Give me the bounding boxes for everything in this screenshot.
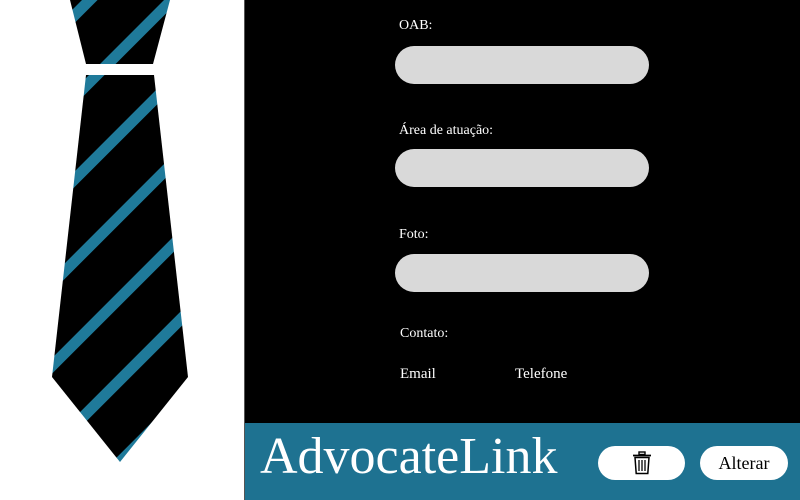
telefone-link[interactable]: Telefone xyxy=(515,366,567,383)
contato-label: Contato: xyxy=(400,326,449,341)
area-de-atuacao-label: Área de atuação: xyxy=(399,123,494,138)
oab-label: OAB: xyxy=(399,18,433,33)
delete-button[interactable] xyxy=(598,446,685,480)
area-de-atuacao-input[interactable] xyxy=(395,149,649,187)
tie-illustration-panel xyxy=(0,0,244,500)
email-link[interactable]: Email xyxy=(400,366,436,383)
oab-input[interactable] xyxy=(395,46,649,84)
brand-logo-text: AdvocateLink xyxy=(260,428,558,485)
trash-icon xyxy=(632,451,651,475)
foto-label: Foto: xyxy=(399,227,429,242)
alterar-button[interactable]: Alterar xyxy=(700,446,788,480)
tie-icon xyxy=(52,0,188,462)
foto-input[interactable] xyxy=(395,254,649,292)
